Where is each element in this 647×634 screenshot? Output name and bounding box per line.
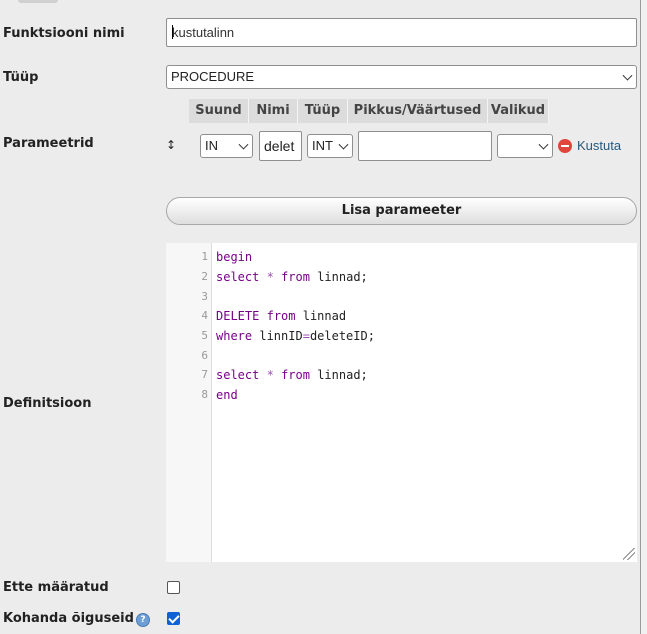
param-header-length: Pikkus/Väärtused bbox=[348, 99, 488, 123]
code-text: select * from linnad; bbox=[216, 270, 368, 284]
function-name-input[interactable]: kustutalinn bbox=[166, 18, 637, 47]
code-text: select * from linnad; bbox=[216, 368, 368, 382]
type-select-value: PROCEDURE bbox=[171, 69, 255, 84]
definition-code-editor[interactable]: 1 begin 2 select * from linnad; 3 4 DELE… bbox=[166, 243, 637, 562]
code-text: where linnID=deleteID; bbox=[216, 329, 375, 343]
delete-icon[interactable] bbox=[558, 139, 572, 153]
code-text: begin bbox=[216, 250, 253, 264]
function-name-label: Funktsiooni nimi bbox=[3, 26, 125, 41]
type-label: Tüüp bbox=[3, 70, 39, 85]
param-name-input[interactable]: delet bbox=[259, 131, 302, 161]
param-header-direction: Suund bbox=[189, 99, 249, 123]
chevron-down-icon bbox=[338, 139, 349, 150]
chevron-down-icon bbox=[538, 139, 549, 150]
param-name-value: delet bbox=[264, 138, 295, 154]
param-options-select[interactable] bbox=[497, 134, 553, 158]
resize-handle-icon[interactable] bbox=[623, 548, 635, 560]
parameters-label: Parameetrid bbox=[3, 136, 94, 151]
line-number: 2 bbox=[201, 270, 208, 283]
type-select[interactable]: PROCEDURE bbox=[166, 65, 637, 89]
top-tab-edge bbox=[18, 0, 58, 3]
line-number: 1 bbox=[201, 250, 208, 263]
param-direction-select[interactable]: IN bbox=[200, 134, 253, 158]
adjust-privileges-checkbox[interactable] bbox=[167, 612, 180, 625]
chevron-down-icon bbox=[622, 70, 633, 81]
definition-label: Definitsioon bbox=[3, 396, 92, 411]
scrollbar-track[interactable] bbox=[641, 0, 647, 634]
param-header-type: Tüüp bbox=[298, 99, 348, 123]
param-type-select[interactable]: INT bbox=[307, 134, 353, 158]
code-text: DELETE from linnad bbox=[216, 309, 347, 323]
line-number: 6 bbox=[201, 349, 208, 362]
add-parameter-button[interactable]: Lisa parameeter bbox=[166, 197, 637, 225]
help-icon[interactable]: ? bbox=[136, 613, 150, 627]
param-header-options: Valikud bbox=[488, 99, 549, 123]
code-text: end bbox=[216, 388, 238, 402]
line-number: 8 bbox=[201, 388, 208, 401]
chevron-down-icon bbox=[238, 139, 249, 150]
line-number: 3 bbox=[201, 290, 208, 303]
param-length-input[interactable] bbox=[358, 131, 492, 161]
function-name-value: kustutalinn bbox=[172, 25, 235, 40]
delete-parameter-link[interactable]: Kustuta bbox=[577, 138, 621, 153]
adjust-privileges-label: Kohanda õiguseid bbox=[3, 611, 134, 626]
line-number: 5 bbox=[201, 329, 208, 342]
line-number: 4 bbox=[201, 309, 208, 322]
param-direction-value: IN bbox=[205, 138, 218, 153]
param-header-name: Nimi bbox=[249, 99, 298, 123]
deterministic-checkbox[interactable] bbox=[167, 581, 180, 594]
drag-handle-icon[interactable]: ↕ bbox=[166, 138, 176, 152]
param-type-value: INT bbox=[312, 138, 333, 153]
line-number: 7 bbox=[201, 368, 208, 381]
deterministic-label: Ette määratud bbox=[3, 580, 109, 595]
